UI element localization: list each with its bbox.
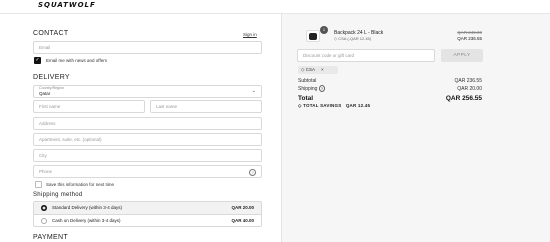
apply-button[interactable]: APPLY [441, 49, 483, 62]
subtotal-value: QAR 236.55 [454, 78, 482, 84]
country-value: Qatar [39, 91, 51, 96]
total-label: Total [298, 95, 314, 102]
shipping-option-cod[interactable]: Cash on Delivery (within 3-4 days) QAR 4… [34, 215, 261, 228]
save-info-label: Save this information for next time [46, 182, 115, 187]
shipping-option-price: QAR 40.00 [231, 218, 254, 223]
shipping-heading: Shipping method [33, 192, 83, 198]
quantity-badge: 1 [320, 26, 328, 34]
address-field[interactable]: Address [33, 117, 262, 130]
check-icon: ✓ [35, 57, 40, 63]
help-icon[interactable]: ? [318, 85, 326, 92]
close-icon[interactable]: × [321, 67, 324, 72]
address-placeholder: Address [39, 121, 56, 126]
apartment-field[interactable]: Apartment, suite, etc. (optional) [33, 133, 262, 146]
city-placeholder: City [39, 153, 47, 158]
shipping-summary-text: Shipping [298, 86, 318, 92]
product-discount-text: CSA (-QAR 12.45) [338, 36, 372, 41]
discount-placeholder: Discount code or gift card [303, 53, 355, 58]
brand-logo[interactable]: SQUATWOLF [38, 1, 96, 9]
shipping-summary-value: QAR 20.00 [457, 86, 482, 92]
product-original-price: QAR 249.00 [457, 30, 482, 35]
news-checkbox-label: Email me with news and offers [46, 58, 107, 63]
savings-value: QAR 12.45 [345, 103, 371, 108]
apartment-placeholder: Apartment, suite, etc. (optional) [39, 137, 102, 142]
last-name-placeholder: Last name [156, 104, 178, 109]
product-thumbnail [306, 30, 320, 42]
city-field[interactable]: City [33, 149, 262, 162]
contact-heading: CONTACT [33, 30, 69, 37]
country-select[interactable]: Country/Region Qatar ⌄ [33, 85, 262, 98]
payment-heading: PAYMENT [33, 234, 68, 241]
first-name-placeholder: First name [39, 104, 61, 109]
news-checkbox[interactable]: ✓ [34, 57, 41, 64]
shipping-summary-label: Shipping ? [298, 85, 326, 92]
savings-label: TOTAL SAVINGS [303, 103, 342, 108]
help-icon[interactable]: ? [249, 169, 256, 176]
tag-icon: ◇ [334, 36, 338, 41]
chevron-down-icon: ⌄ [251, 88, 256, 94]
shipping-option-name: Cash on Delivery (within 3-4 days) [52, 218, 121, 223]
last-name-field[interactable]: Last name [150, 100, 262, 113]
phone-field[interactable]: Phone ? [33, 165, 262, 178]
backpack-icon [309, 33, 317, 40]
sign-in-link[interactable]: Sign in [243, 32, 257, 37]
shipping-option-name: Standard Delivery (within 3-4 days) [52, 205, 123, 210]
shipping-options: Standard Delivery (within 3-4 days) QAR … [33, 201, 262, 227]
tag-icon: ◇ [301, 67, 305, 72]
total-value: QAR 256.55 [445, 95, 482, 102]
phone-placeholder: Phone [39, 169, 53, 174]
total-savings: ◇ TOTAL SAVINGS QAR 12.45 [298, 103, 370, 109]
radio-selected-icon [41, 205, 47, 211]
product-discount-tag: ◇ CSA (-QAR 12.45) [334, 36, 371, 41]
first-name-field[interactable]: First name [33, 100, 145, 113]
radio-unselected-icon [41, 218, 47, 224]
save-info-checkbox[interactable] [35, 181, 42, 188]
tag-icon: ◇ [298, 103, 302, 108]
subtotal-label: Subtotal [298, 78, 317, 84]
delivery-heading: DELIVERY [33, 74, 70, 81]
discount-chip-label: CSA [305, 67, 315, 72]
discount-chip: ◇ CSA × [298, 66, 338, 74]
shipping-option-price: QAR 20.00 [231, 205, 254, 210]
email-placeholder: Email [39, 45, 51, 50]
product-price: QAR 236.55 [457, 36, 482, 41]
discount-code-input[interactable]: Discount code or gift card [297, 49, 435, 62]
shipping-option-standard[interactable]: Standard Delivery (within 3-4 days) QAR … [34, 202, 261, 215]
email-field[interactable]: Email [33, 41, 262, 54]
